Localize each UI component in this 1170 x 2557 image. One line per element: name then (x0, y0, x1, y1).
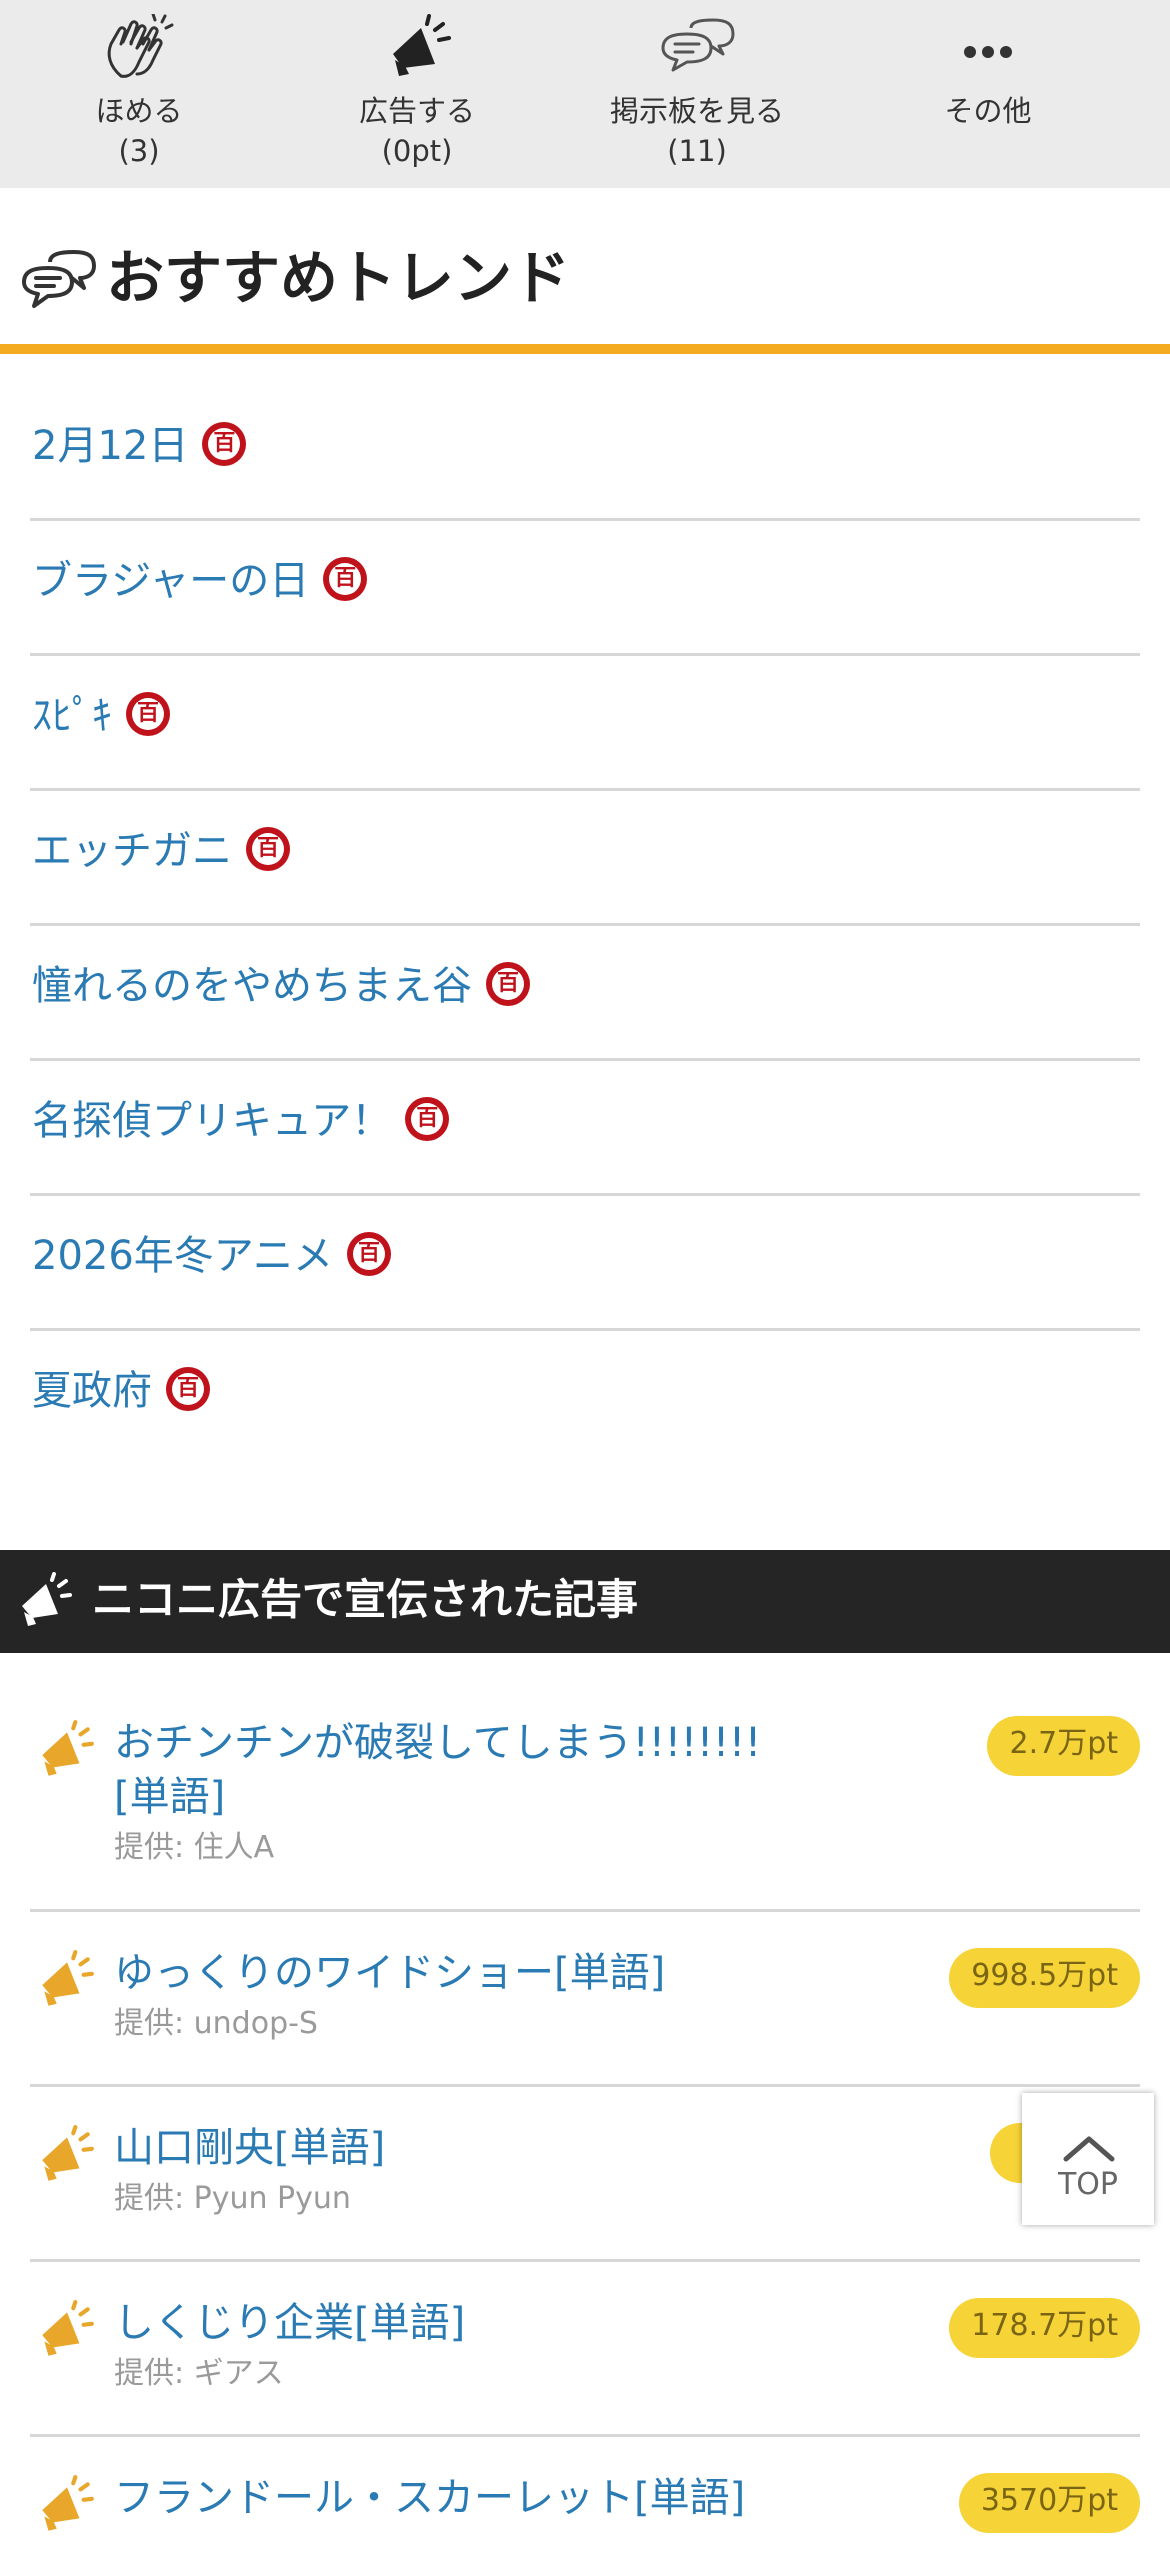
trend-link[interactable]: ｽﾋﾟｷ (32, 688, 170, 744)
trend-item[interactable]: 2026年冬アニメ (30, 1196, 1140, 1331)
promoted-item[interactable]: フランドール・スカーレット[単語] 3570万pt (30, 2437, 1140, 2557)
hyakka-badge-icon (126, 692, 170, 736)
promoted-sponsor: 提供: undop-S (114, 2006, 318, 2041)
trend-item[interactable]: 2月12日 (30, 386, 1140, 521)
more-dots-icon (964, 46, 1012, 58)
promoted-article-title-cont[interactable]: [単語] (114, 1770, 834, 1824)
trend-link[interactable]: 2月12日 (32, 418, 247, 474)
praise-label: ほめる (95, 94, 183, 128)
trends-title: おすすめトレンド (106, 244, 571, 312)
trend-link[interactable]: ブラジャーの日 (32, 553, 368, 609)
trend-item[interactable]: ブラジャーの日 (30, 521, 1140, 656)
promoted-sponsor: 提供: ギアス (114, 2356, 284, 2391)
promoted-item[interactable]: おチンチンが破裂してしまう!!!!!!!! [単語] 提供: 住人A 2.7万p… (30, 1680, 1140, 1912)
trend-link[interactable]: エッチガニ (32, 823, 290, 879)
back-to-top-button[interactable]: TOP (1022, 2093, 1154, 2225)
trend-label[interactable]: ブラジャーの日 (32, 558, 309, 604)
promoted-item[interactable]: ゆっくりのワイドショー[単語] 提供: undop-S 998.5万pt (30, 1912, 1140, 2087)
points-badge: 2.7万pt (987, 1716, 1140, 1776)
promoted-article-title[interactable]: おチンチンが破裂してしまう!!!!!!!! (114, 1716, 834, 1770)
promoted-list: おチンチンが破裂してしまう!!!!!!!! [単語] 提供: 住人A 2.7万p… (30, 1680, 1140, 2557)
megaphone-icon (42, 2300, 94, 2356)
hyakka-badge-icon (246, 827, 290, 871)
promoted-article-title[interactable]: フランドール・スカーレット[単語] (114, 2471, 834, 2525)
trend-list: 2月12日 ブラジャーの日 ｽﾋﾟｷ エッチガニ 憧れるのをやめちまえ谷 名探偵… (30, 386, 1140, 1463)
action-bar: ほめる (3) 広告する (0pt) 掲示板を見る (11) その他 (0, 0, 1170, 188)
promoted-title: ニコニ広告で宣伝された記事 (92, 1575, 639, 1624)
hyakka-badge-icon (323, 557, 368, 601)
praise-count: (3) (118, 134, 160, 168)
advertise-button[interactable]: 広告する (0pt) (278, 0, 556, 188)
trends-header: おすすめトレンド (0, 230, 1170, 346)
board-button[interactable]: 掲示板を見る (11) (556, 0, 838, 188)
trend-label[interactable]: 夏政府 (32, 1368, 152, 1414)
trend-item[interactable]: 憧れるのをやめちまえ谷 (30, 926, 1140, 1061)
chat-bubbles-icon (661, 18, 735, 72)
trend-link[interactable]: 憧れるのをやめちまえ谷 (32, 958, 530, 1014)
promoted-sponsor: 提供: Pyun Pyun (114, 2181, 351, 2216)
megaphone-icon (42, 2475, 94, 2531)
promoted-article-title[interactable]: しくじり企業[単語] (114, 2296, 834, 2350)
points-badge: 3570万pt (958, 2473, 1140, 2533)
hyakka-badge-icon (202, 422, 247, 466)
trend-item[interactable]: ｽﾋﾟｷ (30, 656, 1140, 791)
clap-icon (107, 14, 174, 78)
trend-link[interactable]: 夏政府 (32, 1363, 210, 1419)
megaphone-icon (393, 14, 451, 76)
points-badge: 178.7万pt (949, 2298, 1140, 2358)
trends-divider (0, 344, 1170, 354)
promoted-sponsor: 提供: 住人A (114, 1830, 275, 1865)
board-count: (11) (667, 134, 727, 168)
promoted-article-title[interactable]: ゆっくりのワイドショー[単語] (114, 1946, 834, 2000)
trend-label[interactable]: ｽﾋﾟｷ (32, 693, 112, 739)
megaphone-icon (42, 1950, 94, 2006)
hyakka-badge-icon (486, 962, 530, 1006)
trend-label[interactable]: 2026年冬アニメ (32, 1233, 333, 1279)
promoted-header: ニコニ広告で宣伝された記事 (0, 1550, 1170, 1653)
promoted-article-title[interactable]: 山口剛央[単語] (114, 2121, 834, 2175)
trend-label[interactable]: 憧れるのをやめちまえ谷 (32, 963, 472, 1009)
promoted-item[interactable]: 山口剛央[単語] 提供: Pyun Pyun 649 (30, 2087, 1140, 2262)
hyakka-badge-icon (405, 1097, 450, 1141)
hyakka-badge-icon (166, 1367, 210, 1411)
hyakka-badge-icon (347, 1232, 391, 1276)
trend-link[interactable]: 名探偵プリキュア！ (32, 1093, 450, 1149)
trend-item[interactable]: エッチガニ (30, 791, 1140, 926)
more-button[interactable]: その他 (838, 0, 1138, 188)
trend-label[interactable]: 2月12日 (32, 423, 188, 469)
trend-link[interactable]: 2026年冬アニメ (32, 1228, 391, 1284)
trend-item[interactable]: 名探偵プリキュア！ (30, 1061, 1140, 1196)
trend-label[interactable]: 名探偵プリキュア！ (32, 1098, 391, 1144)
trend-item[interactable]: 夏政府 (30, 1331, 1140, 1463)
praise-button[interactable]: ほめる (3) (0, 0, 278, 188)
advertise-count: (0pt) (381, 134, 453, 168)
megaphone-icon (22, 1572, 72, 1626)
chevron-up-icon (1063, 2136, 1115, 2162)
chat-bubbles-icon (22, 250, 96, 308)
megaphone-icon (42, 2125, 94, 2181)
promoted-item[interactable]: しくじり企業[単語] 提供: ギアス 178.7万pt (30, 2262, 1140, 2437)
board-label: 掲示板を見る (609, 94, 784, 128)
back-to-top-label: TOP (1057, 2167, 1119, 2202)
advertise-label: 広告する (358, 94, 475, 128)
megaphone-icon (42, 1720, 94, 1776)
points-badge: 998.5万pt (949, 1948, 1140, 2008)
more-label: その他 (944, 94, 1032, 128)
promoted-article-link[interactable]: おチンチンが破裂してしまう!!!!!!!! [単語] (114, 1716, 834, 1824)
trend-label[interactable]: エッチガニ (32, 828, 232, 874)
